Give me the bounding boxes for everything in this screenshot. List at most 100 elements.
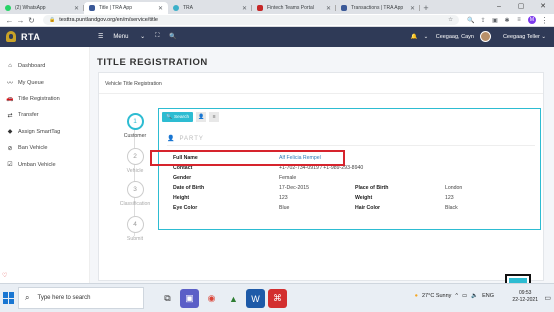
profile-avatar[interactable]: M <box>528 16 536 24</box>
car-icon: 🚗 <box>6 96 14 103</box>
tra-icon <box>173 5 179 11</box>
close-icon[interactable]: ✕ <box>74 5 79 12</box>
brand-name: RTA <box>21 31 41 42</box>
extension-icon[interactable]: ▣ <box>489 17 501 24</box>
close-window-icon[interactable]: ✕ <box>532 0 554 12</box>
card-header: Vehicle Title Registration <box>105 81 162 87</box>
menu-label: Menu <box>113 34 129 40</box>
sidebar-item-my-queue[interactable]: 〰 My Queue <box>0 74 89 90</box>
address-bar[interactable]: 🔒 testtra.puntlandgov.org/en/m/service/t… <box>43 15 459 25</box>
browser-tab-strip: (2) WhatsApp ✕ Title | TRA App ✕ TRA ✕ Fint… <box>0 0 554 14</box>
app-icon[interactable]: ▲ <box>224 289 243 308</box>
browser-menu-icon[interactable]: ⋮ <box>539 16 550 25</box>
search-icon: 🔍 <box>166 114 172 120</box>
step-label: Submit <box>126 236 144 242</box>
step-submit[interactable]: 4 Submit <box>105 216 165 242</box>
task-view-icon[interactable]: ⧉ <box>158 289 177 308</box>
close-icon[interactable]: ✕ <box>242 5 247 12</box>
step-customer[interactable]: 1 Customer <box>105 113 165 139</box>
taskbar-search-input[interactable]: ⌕ Type here to search <box>18 287 144 309</box>
tab-title: Fintech Teams Portal <box>267 5 314 11</box>
forward-icon[interactable]: → <box>15 16 26 25</box>
clock-time: 09:53 <box>518 290 532 296</box>
browser-tab[interactable]: (2) WhatsApp ✕ <box>0 2 84 14</box>
clock-date: 22-12-2021 <box>512 297 538 303</box>
home-icon: ⌂ <box>8 63 12 70</box>
share-icon[interactable]: ⇪ <box>477 17 489 24</box>
whatsapp-icon <box>5 5 11 11</box>
transfer-icon: ⇄ <box>7 112 13 119</box>
lock-icon[interactable]: 🔒 <box>49 17 55 23</box>
browser-tab[interactable]: Fintech Teams Portal ✕ <box>252 2 336 14</box>
minimize-icon[interactable]: – <box>488 0 510 12</box>
brand[interactable]: RTA <box>6 31 40 42</box>
step-classification[interactable]: 3 Classification <box>105 181 165 207</box>
word-icon[interactable]: W <box>246 289 265 308</box>
hamburger-icon[interactable]: ☰ <box>98 33 103 40</box>
search-button[interactable]: 🔍 Search <box>162 112 194 122</box>
list-button[interactable]: ≡ <box>209 112 220 122</box>
notification-icon[interactable]: ▭ <box>544 294 551 302</box>
sidebar-item-umban-vehicle[interactable]: ☑ Umban Vehicle <box>0 156 89 172</box>
teams-icon[interactable]: ▣ <box>180 289 199 308</box>
browser-tab[interactable]: TRA ✕ <box>168 2 252 14</box>
brand-logo-icon <box>6 31 16 42</box>
zoom-icon[interactable]: 🔍 <box>465 17 477 24</box>
notification-bell-icon[interactable]: 🔔 <box>411 34 418 40</box>
step-number: 4 <box>126 216 144 233</box>
user-icon: 👤 <box>167 136 176 142</box>
divider <box>99 93 543 94</box>
volume-icon[interactable]: 🔈 <box>471 293 478 299</box>
user-dropdown[interactable]: ⌄ Ceegaag, Cayn <box>424 34 474 40</box>
sidebar-item-transfer[interactable]: ⇄ Transfer <box>0 107 89 123</box>
sidebar-item-ban-vehicle[interactable]: ⊘ Ban Vehicle <box>0 140 89 156</box>
sidebar-item-dashboard[interactable]: ⌂ Dashboard <box>0 58 89 74</box>
close-icon[interactable]: ✕ <box>410 5 415 12</box>
sidebar-item-label: Assign SmartTag <box>18 128 61 135</box>
header-right-tools: 🔔 ⌄ Ceegaag, Cayn Ceegaag Teller ⌄ <box>405 31 546 42</box>
user-avatar[interactable] <box>479 31 491 42</box>
fullscreen-icon[interactable]: ⛶ <box>155 33 159 40</box>
clock[interactable]: 09:53 22-12-2021 <box>512 290 538 304</box>
browser-tab[interactable]: Transactions | TRA App ✕ <box>336 2 420 14</box>
section-title: 👤 PARTY <box>167 135 204 143</box>
sidebar: ⌂ Dashboard 〰 My Queue 🚗 Title Registration… <box>0 47 90 283</box>
browser-tab-active[interactable]: Title | TRA App ✕ <box>84 2 168 14</box>
step-label: Vehicle <box>126 168 144 174</box>
back-icon[interactable]: ← <box>4 16 15 25</box>
reload-icon[interactable]: ↻ <box>26 16 37 25</box>
close-icon[interactable]: ✕ <box>158 5 163 12</box>
role-dropdown[interactable]: Ceegaag Teller ⌄ <box>497 34 546 40</box>
language-indicator[interactable]: ENG <box>482 293 494 299</box>
add-user-button[interactable]: 👤 <box>196 112 207 122</box>
ban-icon: ⊘ <box>7 145 13 152</box>
windows-start-icon[interactable] <box>3 292 15 304</box>
sidebar-item-assign-smarttag[interactable]: ◆ Assign SmartTag <box>0 124 89 140</box>
new-tab-button[interactable]: + <box>420 2 432 14</box>
app-header: RTA ☰ Menu ⌄ ⛶ 🔍 🔔 ⌄ Ceegaag, Cayn Ceega… <box>0 27 554 47</box>
acrobat-icon[interactable]: ⌘ <box>268 289 287 308</box>
tray-chevron-icon[interactable]: ^ <box>455 293 458 299</box>
chrome-icon[interactable]: ◉ <box>202 289 221 308</box>
search-icon[interactable]: 🔍 <box>169 33 176 40</box>
weather-icon[interactable]: ● <box>415 293 418 299</box>
sidebar-item-label: Transfer <box>18 112 39 119</box>
maximize-icon[interactable]: ▢ <box>510 0 532 12</box>
weather-text[interactable]: 27°C Sunny <box>422 293 451 299</box>
puzzle-icon[interactable]: ✱ <box>501 17 513 24</box>
reading-list-icon[interactable]: ≡ <box>513 17 525 23</box>
sidebar-item-label: My Queue <box>18 79 44 86</box>
network-icon[interactable]: ▭ <box>462 293 467 299</box>
heart-icon: ♡ <box>2 273 8 279</box>
window-controls: – ▢ ✕ <box>488 0 554 12</box>
browser-toolbar: ← → ↻ 🔒 testtra.puntlandgov.org/en/m/ser… <box>0 14 554 27</box>
sidebar-item-title-registration[interactable]: 🚗 Title Registration <box>0 91 89 107</box>
chart-icon: 〰 <box>6 81 13 88</box>
user-name: Ceegaag, Cayn <box>435 33 474 40</box>
windows-taskbar: ⌕ Type here to search ⧉ ▣ ◉ ▲ W ⌘ ● 27°C… <box>0 283 554 312</box>
bookmark-star-icon[interactable]: ☆ <box>448 17 453 23</box>
menu-dropdown[interactable]: Menu ⌄ <box>113 33 145 40</box>
tab-title: Transactions | TRA App <box>351 5 404 11</box>
close-icon[interactable]: ✕ <box>326 5 331 12</box>
tab-title: (2) WhatsApp <box>15 5 46 11</box>
